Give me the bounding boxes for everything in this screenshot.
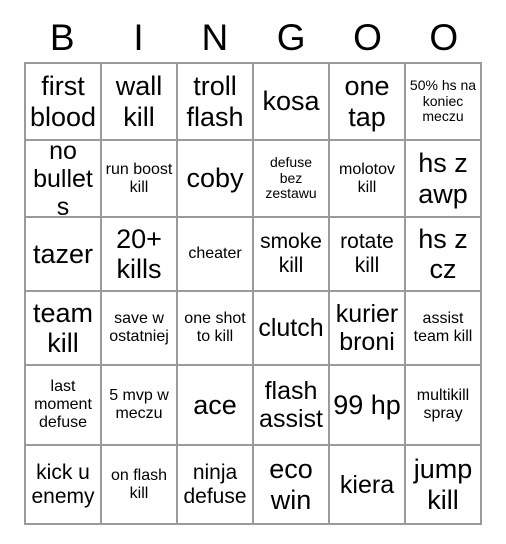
- bingo-header-letter-0: B: [49, 17, 75, 58]
- bingo-cell[interactable]: assist team kill: [406, 292, 482, 366]
- bingo-cell[interactable]: troll flash: [178, 64, 254, 141]
- bingo-cell[interactable]: kosa: [254, 64, 330, 141]
- bingo-cell-label: save w ostatniej: [109, 310, 169, 345]
- bingo-row: kick u enemy on flash kill ninja defuse …: [26, 446, 482, 525]
- bingo-cell-label: cheater: [188, 245, 242, 263]
- bingo-row: last moment defuse 5 mvp w meczu ace fla…: [26, 366, 482, 446]
- bingo-header-letter-3: G: [276, 17, 306, 58]
- bingo-cell[interactable]: smoke kill: [254, 218, 330, 292]
- bingo-header-row: B I N G O O: [24, 14, 482, 62]
- bingo-cell[interactable]: wall kill: [102, 64, 178, 141]
- bingo-cell[interactable]: run boost kill: [102, 141, 178, 218]
- bingo-header-letter-5: O: [429, 17, 459, 58]
- bingo-cell-label: hs z cz: [418, 223, 468, 284]
- bingo-cell[interactable]: defuse bez zestawu: [254, 141, 330, 218]
- bingo-cell[interactable]: 99 hp: [330, 366, 406, 446]
- bingo-cell-label: jump kill: [413, 454, 473, 515]
- bingo-cell-label: flash assist: [259, 377, 323, 433]
- bingo-cell[interactable]: kiera: [330, 446, 406, 525]
- bingo-cell[interactable]: coby: [178, 141, 254, 218]
- bingo-row: no bullets run boost kill coby defuse be…: [26, 141, 482, 218]
- bingo-cell-label: smoke kill: [260, 230, 322, 277]
- bingo-cell-label: defuse bez zestawu: [265, 153, 317, 202]
- bingo-row: team kill save w ostatniej one shot to k…: [26, 292, 482, 366]
- bingo-cell[interactable]: last moment defuse: [26, 366, 102, 446]
- bingo-cell-label: ace: [193, 389, 237, 420]
- bingo-cell[interactable]: no bullets: [26, 141, 102, 218]
- bingo-cell[interactable]: ace: [178, 366, 254, 446]
- bingo-header-letter-4: O: [353, 17, 382, 58]
- bingo-cell-label: 20+ kills: [116, 223, 162, 284]
- bingo-cell-label: last moment defuse: [34, 378, 92, 431]
- bingo-cell-label: ninja defuse: [183, 460, 247, 508]
- bingo-cell[interactable]: cheater: [178, 218, 254, 292]
- bingo-cell-label: first blood: [29, 71, 97, 132]
- bingo-cell[interactable]: 20+ kills: [102, 218, 178, 292]
- bingo-cell[interactable]: jump kill: [406, 446, 482, 525]
- bingo-cell-label: wall kill: [115, 71, 163, 132]
- bingo-cell-label: on flash kill: [110, 466, 168, 502]
- bingo-cell-label: troll flash: [186, 71, 244, 132]
- bingo-cell-label: molotov kill: [338, 160, 396, 196]
- bingo-cell-label: clutch: [258, 314, 324, 342]
- bingo-cell[interactable]: flash assist: [254, 366, 330, 446]
- bingo-cell-label: rotate kill: [340, 230, 394, 277]
- bingo-cell[interactable]: save w ostatniej: [102, 292, 178, 366]
- bingo-cell-label: tazer: [32, 238, 94, 269]
- bingo-cell[interactable]: hs z awp: [406, 141, 482, 218]
- bingo-cell[interactable]: ninja defuse: [178, 446, 254, 525]
- bingo-cell-label: one shot to kill: [184, 310, 246, 345]
- bingo-cell[interactable]: hs z cz: [406, 218, 482, 292]
- bingo-cell-label: coby: [186, 163, 244, 194]
- bingo-cell[interactable]: team kill: [26, 292, 102, 366]
- bingo-cell-label: kick u enemy: [31, 460, 95, 508]
- bingo-cell-label: kurier broni: [335, 300, 399, 356]
- bingo-cell[interactable]: one shot to kill: [178, 292, 254, 366]
- bingo-cell-label: 99 hp: [333, 389, 401, 420]
- bingo-row: tazer 20+ kills cheater smoke kill rotat…: [26, 218, 482, 292]
- bingo-cell-label: kosa: [262, 86, 320, 117]
- bingo-cell[interactable]: eco win: [254, 446, 330, 525]
- bingo-cell-label: multikill spray: [416, 387, 470, 422]
- bingo-cell-label: assist team kill: [413, 310, 473, 345]
- bingo-cell-label: 5 mvp w meczu: [109, 387, 169, 422]
- bingo-cell-label: 50% hs na koniec meczu: [409, 76, 477, 125]
- bingo-cell[interactable]: rotate kill: [330, 218, 406, 292]
- bingo-cell[interactable]: clutch: [254, 292, 330, 366]
- bingo-cell-label: one tap: [344, 71, 390, 132]
- bingo-cell[interactable]: 50% hs na koniec meczu: [406, 64, 482, 141]
- bingo-cell-label: team kill: [32, 297, 94, 358]
- bingo-cell-label: kiera: [339, 470, 395, 499]
- bingo-cell[interactable]: tazer: [26, 218, 102, 292]
- bingo-cell-label: no bullets: [33, 141, 93, 218]
- bingo-header-letter-1: I: [133, 17, 144, 58]
- bingo-cell[interactable]: one tap: [330, 64, 406, 141]
- bingo-cell-label: run boost kill: [105, 160, 173, 196]
- bingo-cell[interactable]: multikill spray: [406, 366, 482, 446]
- bingo-cell-label: hs z awp: [418, 148, 468, 209]
- bingo-cell[interactable]: on flash kill: [102, 446, 178, 525]
- bingo-cell[interactable]: kurier broni: [330, 292, 406, 366]
- bingo-row: first blood wall kill troll flash kosa o…: [26, 64, 482, 141]
- bingo-card: B I N G O O first blood wall kill troll …: [24, 14, 482, 525]
- bingo-cell[interactable]: first blood: [26, 64, 102, 141]
- bingo-cell[interactable]: molotov kill: [330, 141, 406, 218]
- bingo-cell-label: eco win: [269, 454, 313, 515]
- bingo-cell[interactable]: 5 mvp w meczu: [102, 366, 178, 446]
- bingo-grid: first blood wall kill troll flash kosa o…: [24, 62, 482, 525]
- bingo-header-letter-2: N: [201, 17, 229, 58]
- bingo-cell[interactable]: kick u enemy: [26, 446, 102, 525]
